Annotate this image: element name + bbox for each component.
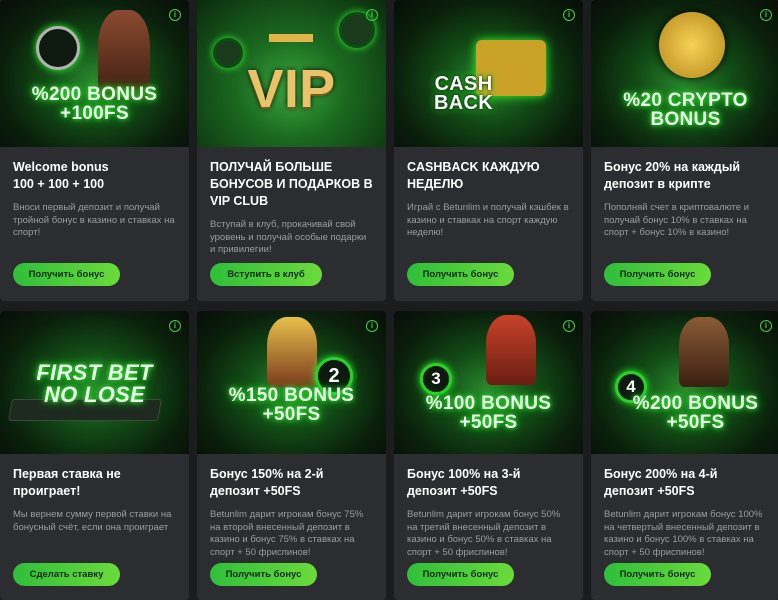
info-icon[interactable]: i: [563, 320, 575, 332]
promo-banner[interactable]: FIRST BET NO LOSE i: [0, 311, 189, 454]
card-description: Пополняй счет в криптовалюте и получай б…: [604, 202, 750, 238]
card-description: Betunlim дарит игрокам бонус 50% на трет…: [407, 509, 561, 558]
card-description: Мы вернем сумму первой ставки на бонусны…: [13, 509, 172, 533]
promo-card-second-deposit: 2 %150 BONUS +50FS i Бонус 150% на 2-й д…: [197, 311, 386, 600]
banner-promo-text: %200 BONUS +100FS: [31, 84, 158, 124]
woman-image: [679, 317, 729, 387]
get-bonus-button[interactable]: Получить бонус: [604, 263, 711, 286]
promo-card-crypto: %20 CRYPTO BONUS i Бонус 20% на каждый д…: [591, 0, 778, 301]
card-description: Вноси первый депозит и получай тройной б…: [13, 202, 175, 238]
banner-promo-text: %200 BONUS +50FS: [632, 393, 759, 433]
card-title: Бонус 200% на 4-й депозит +50FS: [604, 467, 718, 498]
woman-image: [267, 317, 317, 387]
info-icon[interactable]: i: [169, 9, 181, 21]
crown-icon: [269, 22, 313, 42]
promo-banner[interactable]: 3 %100 BONUS +50FS i: [394, 311, 583, 454]
promo-banner[interactable]: VIP i: [197, 0, 386, 147]
promo-banner[interactable]: %20 CRYPTO BONUS i: [591, 0, 778, 147]
info-icon[interactable]: i: [366, 320, 378, 332]
card-title: CASHBACK КАЖДУЮ НЕДЕЛЮ: [407, 160, 540, 191]
card-title: ПОЛУЧАЙ БОЛЬШЕ БОНУСОВ И ПОДАРКОВ В VIP …: [210, 160, 373, 208]
card-title: Бонус 100% на 3-й депозит +50FS: [407, 467, 521, 498]
banner-promo-text: %150 BONUS +50FS: [228, 385, 355, 425]
card-description: Вступай в клуб, прокачивай свой уровень …: [210, 219, 367, 255]
roulette-icon: [36, 26, 80, 70]
card-title: Бонус 150% на 2-й депозит +50FS: [210, 467, 324, 498]
woman-image: [486, 315, 536, 385]
info-icon[interactable]: i: [760, 320, 772, 332]
promo-card-vip: VIP i ПОЛУЧАЙ БОЛЬШЕ БОНУСОВ И ПОДАРКОВ …: [197, 0, 386, 301]
promo-card-fourth-deposit: 4 %200 BONUS +50FS i Бонус 200% на 4-й д…: [591, 311, 778, 600]
get-bonus-button[interactable]: Получить бонус: [407, 563, 514, 586]
promo-banner[interactable]: %200 BONUS +100FS i: [0, 0, 189, 147]
banner-promo-text: FIRST BET NO LOSE: [36, 360, 153, 407]
promo-banner[interactable]: 4 %200 BONUS +50FS i: [591, 311, 778, 454]
info-icon[interactable]: i: [366, 9, 378, 21]
get-bonus-button[interactable]: Получить бонус: [210, 563, 317, 586]
banner-promo-text: %20 CRYPTO BONUS: [623, 90, 748, 130]
info-icon[interactable]: i: [760, 9, 772, 21]
badge-number: 3: [431, 369, 441, 388]
card-title: Бонус 20% на каждый депозит в крипте: [604, 160, 741, 191]
promo-card-third-deposit: 3 %100 BONUS +50FS i Бонус 100% на 3-й д…: [394, 311, 583, 600]
get-bonus-button[interactable]: Получить бонус: [13, 263, 120, 286]
card-description: Betunlim дарит игрокам бонус 100% на чет…: [604, 509, 763, 558]
info-icon[interactable]: i: [563, 9, 575, 21]
promo-card-cashback: CASH BACK i CASHBACK КАЖДУЮ НЕДЕЛЮ Играй…: [394, 0, 583, 301]
banner-promo-text: CASH BACK: [434, 73, 493, 114]
card-description: Betunlim дарит игрокам бонус 75% на втор…: [210, 509, 364, 558]
promo-card-first-bet: FIRST BET NO LOSE i Первая ставка не про…: [0, 311, 189, 600]
promo-banner[interactable]: 2 %150 BONUS +50FS i: [197, 311, 386, 454]
deposit-number-badge: 3: [420, 363, 452, 395]
banner-promo-text: VIP: [247, 59, 336, 119]
card-description: Играй с Betunlim и получай кэшбек в кази…: [407, 202, 569, 238]
promo-card-welcome: %200 BONUS +100FS i Welcome bonus 100 + …: [0, 0, 189, 301]
promo-banner[interactable]: CASH BACK i: [394, 0, 583, 147]
promotions-grid: %200 BONUS +100FS i Welcome bonus 100 + …: [0, 0, 778, 600]
join-club-button[interactable]: Вступить в клуб: [210, 263, 322, 286]
get-bonus-button[interactable]: Получить бонус: [407, 263, 514, 286]
card-title: Welcome bonus 100 + 100 + 100: [13, 160, 109, 191]
place-bet-button[interactable]: Сделать ставку: [13, 563, 120, 586]
get-bonus-button[interactable]: Получить бонус: [604, 563, 711, 586]
info-icon[interactable]: i: [169, 320, 181, 332]
card-title: Первая ставка не проиграет!: [13, 467, 121, 498]
banner-promo-text: %100 BONUS +50FS: [425, 393, 552, 433]
bitcoin-coin-icon: [659, 12, 725, 78]
